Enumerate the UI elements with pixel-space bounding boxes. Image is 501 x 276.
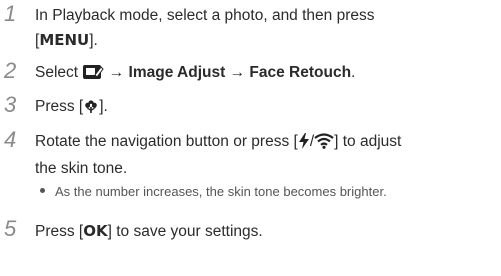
step-3-prefix: Press [ — [35, 98, 84, 115]
step-text: Select → Image Adjust → Face Retouch. — [35, 61, 495, 88]
step-number: 4 — [4, 127, 17, 152]
arrow: → — [229, 64, 246, 81]
step-5-prefix: Press [ — [35, 223, 84, 240]
step-number: 5 — [4, 216, 17, 241]
menu-key-label: MENU — [39, 31, 90, 49]
step-number: 3 — [4, 92, 17, 117]
period: . — [351, 64, 356, 81]
step-5-suffix: ] to save your settings. — [107, 223, 263, 240]
bracket-close: ]. — [89, 32, 98, 49]
step-2-prefix: Select — [35, 64, 79, 81]
step-4-suffix: ] to adjust — [334, 133, 402, 150]
step-number: 1 — [4, 1, 17, 26]
bullet-text: As the number increases, the skin tone b… — [55, 184, 387, 199]
step-text: Press [ ]. — [35, 95, 495, 122]
bullet-dot — [40, 188, 45, 193]
step-4-line2: the skin tone. — [35, 160, 128, 177]
step-text: Rotate the navigation button or press [ … — [35, 130, 495, 181]
ok-key-label: OK — [83, 222, 108, 240]
macro-flower-icon — [83, 98, 99, 122]
arrow: → — [108, 64, 125, 81]
menu-item-face-retouch: Face Retouch — [249, 64, 352, 81]
photo-edit-icon — [82, 63, 105, 88]
flash-icon — [298, 133, 310, 157]
step-text: In Playback mode, select a photo, and th… — [35, 4, 495, 53]
bracket-close: ]. — [99, 98, 108, 115]
menu-item-image-adjust: Image Adjust — [128, 64, 226, 81]
step-number: 2 — [4, 58, 17, 83]
step-text: Press [OK] to save your settings. — [35, 219, 495, 244]
step-4-prefix: Rotate the navigation button or press [ — [35, 133, 298, 150]
wifi-icon — [314, 133, 334, 157]
step-1-line: In Playback mode, select a photo, and th… — [35, 7, 375, 24]
bullet-note: As the number increases, the skin tone b… — [40, 183, 495, 201]
